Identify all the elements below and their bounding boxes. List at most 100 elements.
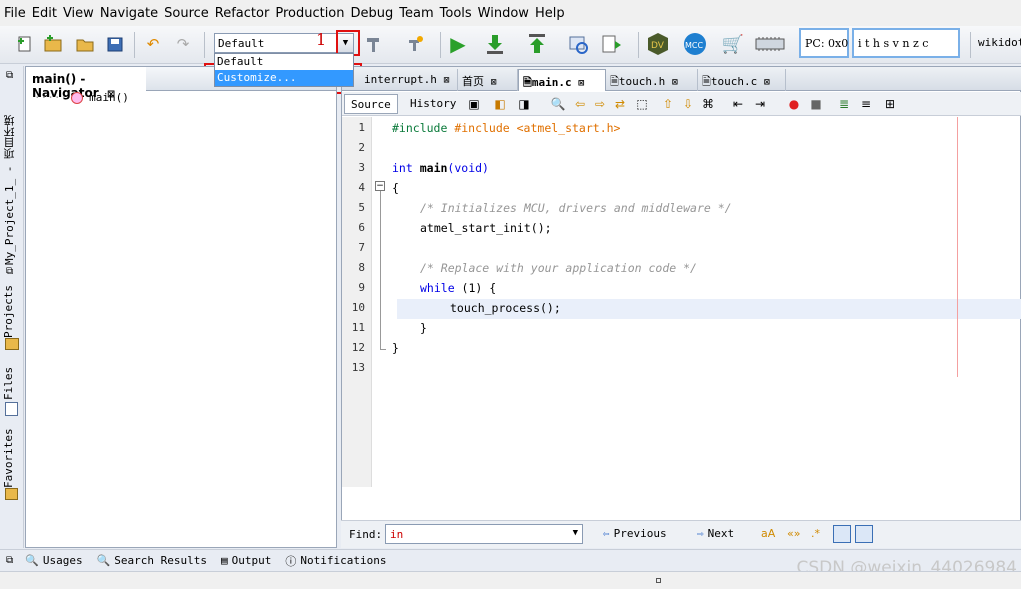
mcc-icon[interactable]: MCC — [682, 31, 708, 57]
side-tab-projects[interactable]: Projects — [2, 284, 15, 338]
menu-edit[interactable]: Edit — [32, 6, 57, 21]
configuration-combo[interactable]: Default ▼ — [214, 33, 354, 53]
debug-project-icon[interactable] — [598, 31, 624, 57]
make-program-icon[interactable] — [482, 31, 508, 57]
code-line-9[interactable]: while (1) { — [420, 281, 496, 295]
code-line-1[interactable]: #include #include <atmel_start.h> — [392, 121, 620, 135]
tab-label: touch.c — [710, 75, 758, 88]
chevron-down-icon[interactable]: ▼ — [573, 528, 578, 538]
dv-icon[interactable]: DV — [645, 31, 671, 57]
undo-icon[interactable]: ↶ — [140, 31, 166, 57]
code-line-6[interactable]: atmel_start_init(); — [420, 221, 552, 235]
next-bookmark-icon[interactable]: ⇩ — [680, 96, 696, 112]
option-default[interactable]: Default — [215, 54, 353, 70]
shift-right-icon[interactable]: ⇥ — [752, 96, 768, 112]
code-line-5[interactable]: /* Initializes MCU, drivers and middlewa… — [420, 201, 732, 215]
option-customize[interactable]: Customize... — [215, 70, 353, 86]
close-icon[interactable]: ⊠ — [491, 77, 497, 88]
code-line-8[interactable]: /* Replace with your application code */ — [420, 261, 697, 275]
wrap-around-icon[interactable] — [855, 525, 873, 543]
tab-home[interactable]: 首页 ⊠ — [458, 69, 518, 91]
tab-notifications[interactable]: Notifications — [300, 554, 386, 567]
find-next-icon[interactable]: ⇨ — [592, 96, 608, 112]
code-line-11[interactable]: } — [420, 321, 427, 335]
find-sel-icon[interactable]: ⇄ — [612, 96, 628, 112]
save-all-icon[interactable] — [102, 31, 128, 57]
find-next-button[interactable]: ⇨ Next — [697, 527, 734, 540]
back-icon[interactable]: ◧ — [492, 96, 508, 112]
restore-window-icon[interactable]: ⧉ — [6, 266, 13, 277]
tab-touch-c[interactable]: 🗎touch.c ⊠ — [698, 69, 786, 91]
run-icon[interactable]: ▶ — [445, 31, 471, 57]
find-input[interactable]: in ▼ — [385, 524, 583, 544]
build-hammer-icon[interactable] — [360, 31, 386, 57]
restore-window-icon[interactable]: ⧉ — [6, 555, 13, 566]
toggle-bookmark-icon[interactable]: ⌘ — [700, 96, 716, 112]
diff-icon[interactable]: ⊞ — [882, 96, 898, 112]
search-hint[interactable]: wikidot — [978, 36, 1021, 49]
open-project-icon[interactable] — [72, 31, 98, 57]
toggle-highlight-icon[interactable]: ⬚ — [634, 96, 650, 112]
code-line-10[interactable]: touch_process(); — [450, 301, 561, 315]
menu-refactor[interactable]: Refactor — [215, 6, 270, 21]
chip-icon[interactable] — [752, 31, 788, 57]
menu-view[interactable]: View — [63, 6, 94, 21]
menu-team[interactable]: Team — [399, 6, 433, 21]
history-button[interactable]: History — [404, 94, 462, 114]
prev-bookmark-icon[interactable]: ⇧ — [660, 96, 676, 112]
tab-main-c[interactable]: 🗎main.c ⊠ — [518, 69, 606, 91]
record-macro-icon[interactable]: ● — [786, 96, 802, 112]
menu-navigate[interactable]: Navigate — [100, 6, 158, 21]
redo-icon[interactable]: ↷ — [170, 31, 196, 57]
source-button[interactable]: Source — [344, 94, 398, 114]
menu-window[interactable]: Window — [478, 6, 529, 21]
code-line-3[interactable]: int main(void) — [392, 161, 489, 175]
new-project-icon[interactable] — [40, 31, 66, 57]
tab-interrupt-h[interactable]: interrupt.h ⊠ — [360, 69, 458, 91]
code-line-12[interactable]: } — [392, 341, 399, 355]
upload-icon[interactable] — [524, 31, 550, 57]
tab-search-results[interactable]: Search Results — [114, 554, 207, 567]
navigator-tab[interactable]: main() - Navigator ⊠ — [26, 67, 146, 100]
close-icon[interactable]: ⊠ — [578, 78, 584, 89]
regex-icon[interactable]: .* — [811, 527, 820, 540]
close-icon[interactable]: ⊠ — [672, 77, 678, 88]
shift-left-icon[interactable]: ⇤ — [730, 96, 746, 112]
uncomment-icon[interactable]: ≡ — [858, 96, 874, 112]
whole-word-icon[interactable]: «» — [787, 527, 800, 540]
fold-toggle-icon[interactable]: − — [375, 181, 385, 191]
clean-build-icon[interactable] — [402, 31, 428, 57]
side-tab-favorites[interactable]: Favorites — [2, 424, 15, 488]
stop-macro-icon[interactable]: ■ — [808, 96, 824, 112]
restore-window-icon[interactable]: ⧉ — [6, 70, 13, 81]
reset-icon[interactable] — [565, 31, 591, 57]
menu-file[interactable]: File — [4, 6, 26, 21]
tab-usages[interactable]: Usages — [43, 554, 83, 567]
forward-icon[interactable]: ◨ — [516, 96, 532, 112]
find-icon[interactable]: 🔍 — [550, 96, 566, 112]
menu-debug[interactable]: Debug — [351, 6, 394, 21]
close-icon[interactable]: ⊠ — [443, 75, 449, 86]
menu-production[interactable]: Production — [275, 6, 344, 21]
side-tab-project-env[interactable]: My_Project_1_ - 项目环境 — [2, 90, 18, 265]
menu-help[interactable]: Help — [535, 6, 565, 21]
code-line-4[interactable]: { — [392, 181, 399, 195]
navigator-item[interactable]: ····· main() — [34, 91, 129, 104]
side-tab-files[interactable]: Files — [2, 362, 15, 400]
tab-touch-h[interactable]: 🗎touch.h ⊠ — [606, 69, 698, 91]
cart-icon[interactable]: 🛒 — [720, 31, 746, 57]
find-previous-button[interactable]: ⇦ Previous — [603, 527, 667, 540]
menu-tools[interactable]: Tools — [440, 6, 472, 21]
last-edit-icon[interactable]: ▣ — [466, 96, 482, 112]
tab-output[interactable]: Output — [232, 554, 272, 567]
find-prev-icon[interactable]: ⇦ — [572, 96, 588, 112]
close-icon[interactable]: ⊠ — [764, 77, 770, 88]
tab-label: 首页 — [462, 75, 484, 88]
menu-source[interactable]: Source — [164, 6, 209, 21]
match-case-icon[interactable]: aA — [761, 527, 775, 540]
output-icon: ▤ — [221, 554, 228, 567]
comment-icon[interactable]: ≣ — [836, 96, 852, 112]
resize-handle[interactable] — [656, 578, 661, 583]
highlight-results-icon[interactable] — [833, 525, 851, 543]
new-file-icon[interactable] — [12, 31, 38, 57]
